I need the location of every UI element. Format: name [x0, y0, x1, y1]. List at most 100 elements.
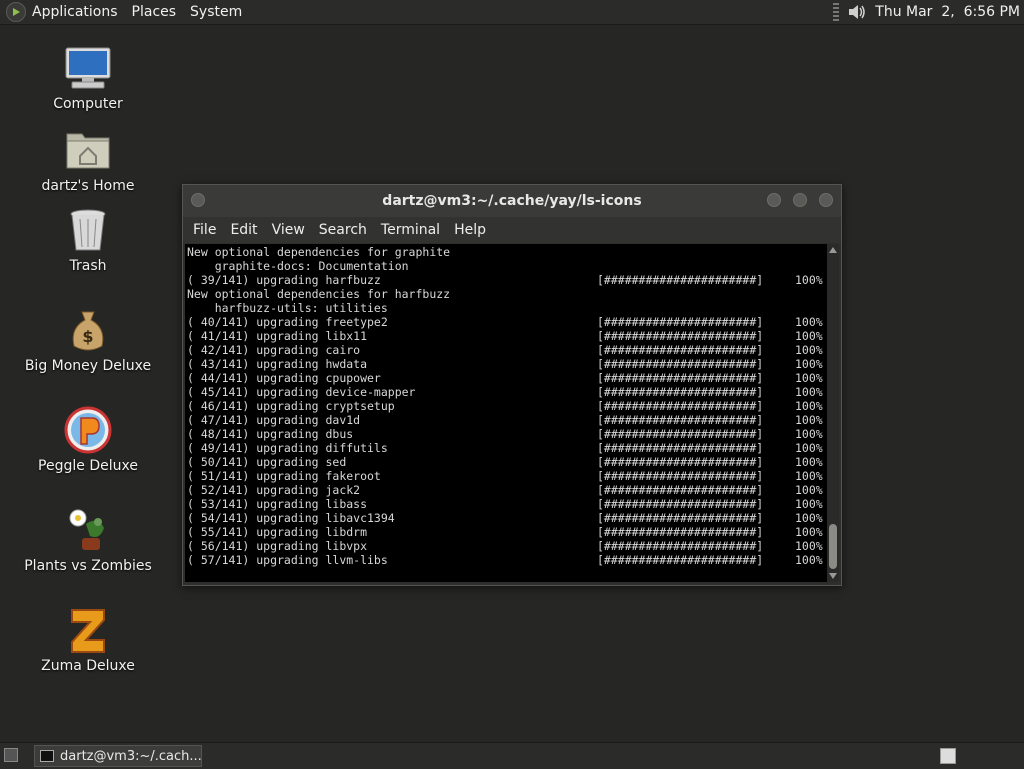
terminal-line: ( 43/141) upgrading hwdata [#############…: [187, 357, 825, 371]
progress-bar-text: [######################]: [597, 469, 764, 483]
progress-percent: 100%: [795, 539, 823, 553]
peggle-icon: [64, 406, 112, 454]
menu-terminal[interactable]: Terminal: [381, 222, 440, 238]
desktop-label: Plants vs Zombies: [24, 558, 152, 574]
terminal-output[interactable]: New optional dependencies for graphite g…: [185, 244, 827, 582]
maximize-button[interactable]: [793, 193, 807, 207]
panel-tray: Thu Mar 2, 6:56 PM: [833, 0, 1020, 24]
progress-bar-text: [######################]: [597, 385, 764, 399]
terminal-line: ( 48/141) upgrading dbus [###############…: [187, 427, 825, 441]
progress-bar-text: [######################]: [597, 455, 764, 469]
terminal-line: ( 55/141) upgrading libdrm [#############…: [187, 525, 825, 539]
progress-bar-text: [######################]: [597, 273, 764, 287]
terminal-line-text: ( 44/141) upgrading cpupower: [187, 371, 381, 385]
terminal-line-text: ( 55/141) upgrading libdrm: [187, 525, 368, 539]
menu-file[interactable]: File: [193, 222, 216, 238]
progress-percent: 100%: [795, 273, 823, 287]
trash-icon: [64, 206, 112, 254]
progress-percent: 100%: [795, 371, 823, 385]
terminal-line-text: harfbuzz-utils: utilities: [187, 301, 388, 315]
scroll-up-arrow[interactable]: [829, 247, 837, 253]
terminal-line: New optional dependencies for graphite: [187, 245, 825, 259]
progress-percent: 100%: [795, 315, 823, 329]
terminal-line-text: ( 56/141) upgrading libvpx: [187, 539, 368, 553]
money-bag-icon: $: [64, 306, 112, 354]
desktop-icon-home[interactable]: dartz's Home: [18, 126, 158, 194]
terminal-line-text: ( 50/141) upgrading sed: [187, 455, 347, 469]
progress-percent: 100%: [795, 455, 823, 469]
menu-view[interactable]: View: [272, 222, 305, 238]
minimize-button[interactable]: [767, 193, 781, 207]
progress-percent: 100%: [795, 469, 823, 483]
progress-percent: 100%: [795, 343, 823, 357]
terminal-line-text: ( 42/141) upgrading cairo: [187, 343, 361, 357]
progress-bar-text: [######################]: [597, 497, 764, 511]
progress-bar-text: [######################]: [597, 511, 764, 525]
terminal-line: graphite-docs: Documentation: [187, 259, 825, 273]
terminal-line-text: ( 54/141) upgrading libavc1394: [187, 511, 395, 525]
window-title: dartz@vm3:~/.cache/yay/ls-icons: [382, 193, 642, 209]
progress-bar-text: [######################]: [597, 539, 764, 553]
menu-system[interactable]: System: [190, 4, 250, 20]
menu-places[interactable]: Places: [132, 4, 185, 20]
menu-edit[interactable]: Edit: [230, 222, 257, 238]
desktop-label: Computer: [53, 96, 123, 112]
show-desktop-button[interactable]: [4, 748, 18, 762]
svg-text:$: $: [82, 327, 93, 346]
terminal-line: ( 49/141) upgrading diffutils [##########…: [187, 441, 825, 455]
terminal-line-text: graphite-docs: Documentation: [187, 259, 409, 273]
window-menubar: File Edit View Search Terminal Help: [183, 217, 841, 243]
desktop-icon-big-money[interactable]: $ Big Money Deluxe: [18, 306, 158, 374]
terminal-line-text: ( 39/141) upgrading harfbuzz: [187, 273, 381, 287]
desktop-icon-peggle[interactable]: Peggle Deluxe: [18, 406, 158, 474]
taskbar-terminal[interactable]: dartz@vm3:~/.cach...: [34, 745, 202, 767]
terminal-line: ( 45/141) upgrading device-mapper [######…: [187, 385, 825, 399]
desktop-label: Peggle Deluxe: [38, 458, 138, 474]
clock[interactable]: Thu Mar 2, 6:56 PM: [875, 4, 1020, 20]
volume-icon[interactable]: [845, 1, 867, 23]
terminal-line-text: ( 48/141) upgrading dbus: [187, 427, 354, 441]
terminal-window: dartz@vm3:~/.cache/yay/ls-icons File Edi…: [182, 184, 842, 586]
close-button[interactable]: [819, 193, 833, 207]
progress-bar-text: [######################]: [597, 553, 764, 567]
progress-percent: 100%: [795, 385, 823, 399]
progress-bar-text: [######################]: [597, 483, 764, 497]
desktop-icon-computer[interactable]: Computer: [18, 44, 158, 112]
window-titlebar[interactable]: dartz@vm3:~/.cache/yay/ls-icons: [183, 185, 841, 217]
terminal-line-text: ( 53/141) upgrading libass: [187, 497, 368, 511]
terminal-line: ( 44/141) upgrading cpupower [###########…: [187, 371, 825, 385]
progress-bar-text: [######################]: [597, 329, 764, 343]
progress-percent: 100%: [795, 357, 823, 371]
terminal-line-text: New optional dependencies for graphite: [187, 245, 451, 259]
menu-help[interactable]: Help: [454, 222, 486, 238]
workspace-switcher[interactable]: [940, 748, 956, 764]
terminal-icon: [40, 750, 54, 762]
progress-bar-text: [######################]: [597, 525, 764, 539]
menu-applications[interactable]: Applications: [32, 4, 126, 20]
progress-percent: 100%: [795, 399, 823, 413]
terminal-line-text: ( 51/141) upgrading fakeroot: [187, 469, 381, 483]
desktop-icon-trash[interactable]: Trash: [18, 206, 158, 274]
desktop-icon-zuma[interactable]: Zuma Deluxe: [18, 606, 158, 674]
progress-percent: 100%: [795, 329, 823, 343]
panel-handle[interactable]: [833, 3, 840, 21]
desktop-icon-pvz[interactable]: Plants vs Zombies: [18, 506, 158, 574]
progress-percent: 100%: [795, 553, 823, 567]
desktop-label: Trash: [69, 258, 107, 274]
progress-bar-text: [######################]: [597, 441, 764, 455]
scrollbar-thumb[interactable]: [829, 524, 837, 569]
progress-bar-text: [######################]: [597, 413, 764, 427]
terminal-scrollbar[interactable]: [827, 244, 839, 582]
progress-percent: 100%: [795, 413, 823, 427]
top-panel: Applications Places System Thu Mar 2, 6:…: [0, 0, 1024, 25]
terminal-line: harfbuzz-utils: utilities: [187, 301, 825, 315]
progress-percent: 100%: [795, 525, 823, 539]
terminal-line: ( 50/141) upgrading sed [################…: [187, 455, 825, 469]
terminal-line-text: New optional dependencies for harfbuzz: [187, 287, 451, 301]
scroll-down-arrow[interactable]: [829, 573, 837, 579]
progress-bar-text: [######################]: [597, 399, 764, 413]
terminal-line: ( 41/141) upgrading libx11 [#############…: [187, 329, 825, 343]
menu-search[interactable]: Search: [319, 222, 367, 238]
bottom-panel: dartz@vm3:~/.cach...: [0, 742, 1024, 769]
distro-logo-icon[interactable]: [6, 2, 26, 22]
